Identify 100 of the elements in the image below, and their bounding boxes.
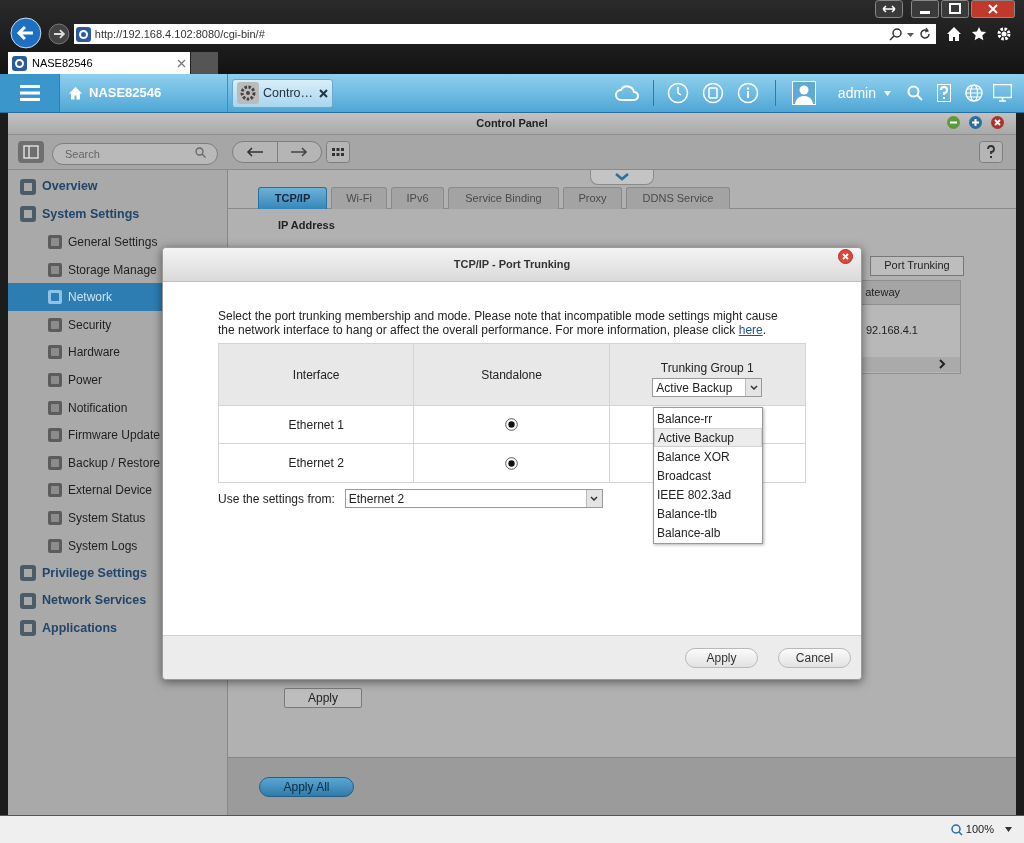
close-icon[interactable] <box>319 88 328 98</box>
settings-select[interactable]: Ethernet 2 <box>344 489 603 508</box>
host-name: NASE82546 <box>89 84 162 103</box>
tab[interactable]: TCP/IP <box>258 187 327 209</box>
navigation-button-group[interactable] <box>232 141 322 163</box>
sidebar-item[interactable]: Backup / Restore <box>8 448 227 477</box>
app-icon <box>48 483 62 498</box>
mode-select[interactable]: Active Backup <box>652 378 763 397</box>
sidebar-item[interactable]: Storage Manage <box>8 255 227 284</box>
open-app-tab[interactable]: Contro… <box>232 78 333 108</box>
table-cell-text: Ethernet 2 <box>288 455 344 472</box>
radio-button[interactable] <box>505 456 518 470</box>
dropdown-option[interactable]: Balance XOR <box>654 447 762 466</box>
close-icon[interactable] <box>971 0 1015 18</box>
group-icon <box>20 592 36 609</box>
close-icon[interactable] <box>991 116 1004 129</box>
app-icon <box>48 400 62 415</box>
column-header: Standalone <box>481 366 542 384</box>
sidebar-item[interactable]: Notification <box>8 393 227 422</box>
grid-icon[interactable] <box>326 141 350 163</box>
sidebar-item[interactable]: Power <box>8 366 227 394</box>
table-cell-text: Ethernet 1 <box>288 416 344 434</box>
open-app-label: Contro… <box>263 84 314 102</box>
column-header: Trunking Group 1 <box>660 360 754 377</box>
gear-icon <box>237 82 259 104</box>
minimize-icon[interactable] <box>911 0 939 18</box>
dropdown-option[interactable]: Balance-rr <box>654 409 762 428</box>
column-header: Interface <box>292 366 340 384</box>
dialog-title: TCP/IP - Port Trunking <box>453 257 571 273</box>
app-icon <box>48 345 62 360</box>
app-icon <box>48 428 62 443</box>
sidebar-item[interactable]: Overview <box>8 173 227 201</box>
right-arrow-icon <box>290 147 309 157</box>
chevron-down-icon <box>615 173 629 181</box>
user-avatar-icon[interactable] <box>791 81 816 105</box>
tab[interactable]: Service Binding <box>448 187 559 209</box>
caret-icon <box>884 90 891 96</box>
column-header: ateway <box>865 284 900 300</box>
dropdown-option[interactable]: IEEE 802.3ad <box>654 485 762 504</box>
sidebar-item[interactable]: Privilege Settings <box>8 559 227 587</box>
resize-icon[interactable] <box>875 0 903 18</box>
sidebar-item[interactable]: System Logs <box>8 531 227 560</box>
help-link[interactable]: here <box>738 323 763 337</box>
sidebar-toggle-icon[interactable] <box>18 141 44 163</box>
app-icon <box>48 538 62 553</box>
zoom-level: 100% <box>965 822 994 838</box>
dropdown-option[interactable]: Balance-tlb <box>654 504 762 523</box>
zoom-icon[interactable] <box>950 823 963 836</box>
left-arrow-icon <box>245 147 264 157</box>
app-icon <box>48 317 62 332</box>
dialog-button[interactable]: Apply <box>685 647 758 668</box>
sidebar-item[interactable]: Network Services <box>8 586 227 615</box>
sidebar-item[interactable]: Applications <box>8 614 227 643</box>
dropdown-option[interactable]: Balance-alb <box>654 523 762 542</box>
refresh-icon[interactable] <box>918 27 932 41</box>
search-field[interactable]: Search <box>52 143 218 165</box>
app-icon <box>48 235 62 249</box>
menu-button[interactable] <box>0 74 60 112</box>
app-icon <box>48 290 62 305</box>
group-icon <box>20 620 36 637</box>
settings-icon[interactable] <box>996 26 1012 42</box>
dialog-button[interactable]: Cancel <box>778 647 851 668</box>
section-heading: IP Address <box>278 218 336 233</box>
search-icon[interactable] <box>889 27 903 41</box>
sidebar-item[interactable]: Firmware Update <box>8 421 227 449</box>
tab[interactable]: DDNS Service <box>626 187 730 209</box>
home-icon[interactable] <box>946 26 962 42</box>
help-icon[interactable] <box>979 141 1003 163</box>
apply-button[interactable]: Apply <box>284 688 362 708</box>
maximize-icon[interactable] <box>941 0 969 18</box>
tab[interactable]: IPv6 <box>391 187 444 209</box>
address-bar[interactable]: http://192.168.4.102:8080/cgi-bin/# <box>73 24 936 44</box>
menu-icon[interactable] <box>19 85 40 101</box>
tab[interactable]: Wi-Fi <box>331 187 387 209</box>
sidebar-item[interactable]: System Settings <box>8 200 227 229</box>
chevron-down-icon <box>749 385 758 390</box>
app-icon <box>48 372 62 387</box>
home-icon <box>68 85 83 101</box>
browser-tab[interactable]: NASE82546 <box>8 52 190 74</box>
dialog-message: Select the port trunking membership and mode. Please note that incompatible mode settings might cause the network interface to hang or affect the overall performance. For more information, please click here. <box>218 309 779 337</box>
url-text: http://192.168.4.102:8080/cgi-bin/# <box>94 26 266 42</box>
collapse-handle[interactable] <box>590 170 654 185</box>
port-trunking-button[interactable]: Port Trunking <box>870 255 964 276</box>
star-icon[interactable] <box>971 26 987 42</box>
site-logo-icon <box>75 26 91 42</box>
app-icon <box>48 510 62 525</box>
sidebar-item[interactable]: Hardware <box>8 338 227 367</box>
sidebar-item[interactable]: General Settings <box>8 228 227 256</box>
search-icon <box>195 147 206 158</box>
radio-button[interactable] <box>505 418 518 431</box>
apply-all-button[interactable]: Apply All <box>259 776 354 797</box>
close-icon[interactable] <box>838 249 853 264</box>
close-icon[interactable] <box>177 58 186 68</box>
dropdown-option[interactable]: Active Backup <box>654 428 762 447</box>
maximize-icon[interactable] <box>969 116 982 129</box>
dropdown-option[interactable]: Broadcast <box>654 466 762 485</box>
app-icon <box>48 455 62 470</box>
caret-icon[interactable] <box>1005 827 1012 832</box>
tab[interactable]: Proxy <box>563 187 622 209</box>
group-icon <box>20 206 36 223</box>
